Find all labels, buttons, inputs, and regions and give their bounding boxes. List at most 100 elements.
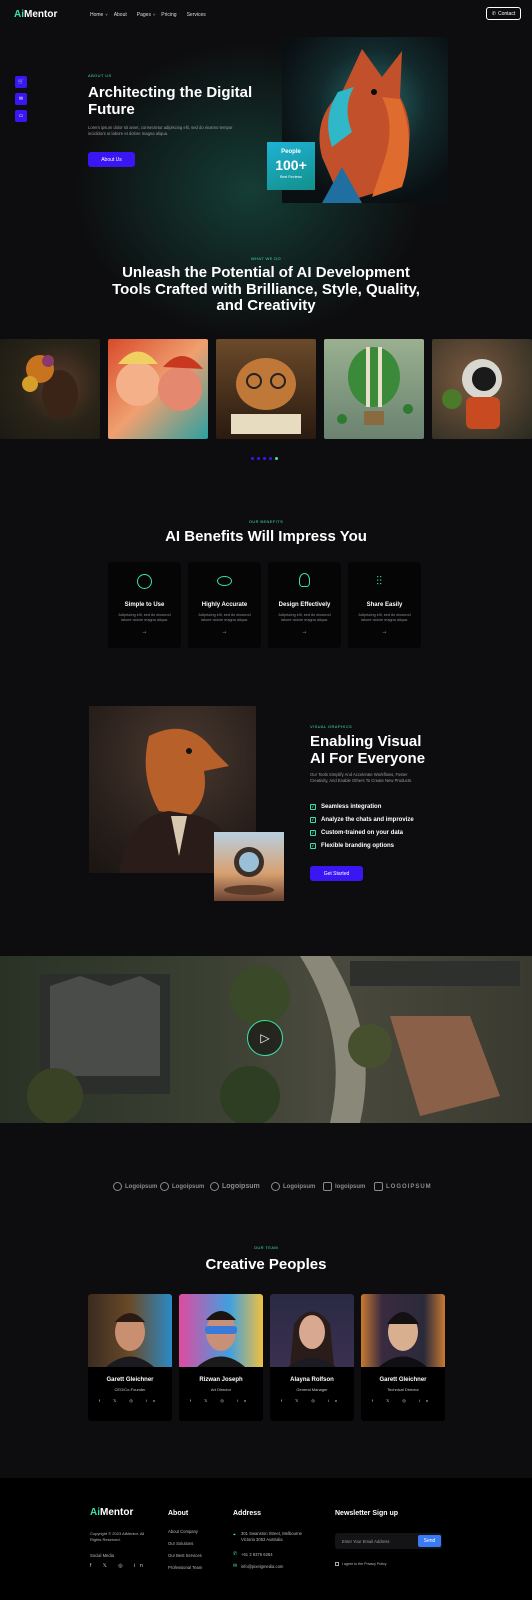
carousel-dot[interactable] [257,457,260,460]
visual-eyebrow: VISUAL GRAPHICS [310,724,353,729]
benefit-card[interactable]: Simple to Use Adipiscing elit, sed do eiu… [108,562,181,648]
about-links: About Company Our Solutions Our Best Ser… [168,1526,202,1574]
carousel-dot-active[interactable] [275,457,278,460]
carousel-image-astronaut[interactable] [432,339,532,439]
hero-text: Lorem ipsum dolor sit amet, consectetur … [88,125,233,136]
mail-icon[interactable]: ✉ [15,93,27,105]
benefit-card[interactable]: Design Effectively Adipiscing elit, sed d… [268,562,341,648]
copyright: Copyright © 2023 AiMentor. All Rights Re… [90,1531,145,1542]
hero-title: Architecting the Digital Future [88,84,253,118]
check-icon: ✓ [310,829,316,836]
partner-logo: Logoipsum [210,1182,260,1191]
about-us-button[interactable]: About Us [88,152,135,167]
people-badge: People 100+ Best Reviews [267,142,315,190]
main-nav: Home ˅ About Pages ˅ Pricing Services [90,12,206,18]
footer-link[interactable]: Our Solutions [168,1538,202,1550]
check-icon: ✓ [310,803,316,810]
social-icons[interactable]: f 𝕏 ◎ in [88,1398,172,1403]
social-icons[interactable]: f 𝕏 ◎ in [270,1398,354,1403]
cart-icon[interactable]: 🛒 [15,76,27,88]
eye-icon [217,576,232,586]
benefit-card[interactable]: Highly Accurate Adipiscing elit, sed do e… [188,562,261,648]
carousel-dot[interactable] [263,457,266,460]
visual-text: Our Tools Simplify And Accelerate Workfl… [310,772,413,783]
whatwedo-eyebrow: WHAT WE DO [250,256,282,261]
member-photo [270,1294,354,1367]
team-card[interactable]: Alayna Rolfson General Manager f 𝕏 ◎ in [270,1294,354,1421]
social-label: Social Media [90,1553,114,1558]
email-text[interactable]: info@pixelgmedia.com [241,1564,283,1569]
partner-logo: Logoipsum [271,1182,315,1191]
partner-logo: Logoipsum [160,1182,204,1191]
team-eyebrow: OUR TEAM [253,1245,279,1250]
carousel-dots [251,457,278,460]
nav-pages[interactable]: Pages [137,12,151,18]
feature-checklist: ✓ Seamless integration ✓ Analyze the chats… [310,800,450,852]
phone-icon: ✆ [233,1551,238,1557]
nav-pricing[interactable]: Pricing [161,12,176,18]
member-photo [179,1294,263,1367]
carousel-dot[interactable] [269,457,272,460]
check-item: ✓ Analyze the chats and improvize [310,816,414,823]
carousel-image-kiss[interactable] [108,339,208,439]
nav-about[interactable]: About [114,12,127,18]
nav-services[interactable]: Services [187,12,206,18]
address-text: 301 Swanston Street, Melbourne Victoria … [241,1531,302,1542]
team-card[interactable]: Garett Gleichner Technical Director f 𝕏 ◎ … [361,1294,445,1421]
partner-logo: Logoipsum [113,1182,157,1191]
member-photo [88,1294,172,1367]
sliders-icon: ⫶⫶ [376,574,383,588]
contact-button[interactable]: ✆ Contact [486,7,521,20]
team-card[interactable]: Rizwan Joseph Art Director f 𝕏 ◎ in [179,1294,263,1421]
whatwedo-title: Unleash the Potential of AI Development … [112,264,420,314]
benefit-card[interactable]: ⫶⫶ Share Easily Adipiscing elit, sed do e… [348,562,421,648]
check-item: ✓ Custom-trained on your data [310,829,404,836]
arrow-right-icon[interactable]: → [188,629,261,635]
email-icon: ✉ [233,1563,238,1569]
carousel-image-woman[interactable] [0,339,100,439]
team-title: Creative Peoples [205,1256,327,1273]
footer-link[interactable]: Professional Team [168,1562,202,1574]
get-started-button[interactable]: Get Started [310,866,363,881]
team-card[interactable]: Garett Gleichner CEO/Co-Founder f 𝕏 ◎ in [88,1294,172,1421]
address-heading: Address [233,1510,262,1517]
location-icon: ⌖ [233,1532,236,1538]
visual-title: Enabling Visual AI For Everyone [310,733,426,767]
carousel-image-balloon[interactable] [324,339,424,439]
hero-eyebrow: ABOUT US [88,73,112,78]
benefits-title: AI Benefits Will Impress You [165,528,367,545]
about-heading: About [168,1510,189,1517]
partner-logo: logoipsum [323,1182,365,1191]
arrow-right-icon[interactable]: → [108,629,181,635]
portal-image [214,832,284,901]
phone-text[interactable]: +61 3 8376 6284 [241,1552,273,1557]
check-icon: ✓ [310,842,316,849]
carousel-dot[interactable] [251,457,254,460]
social-icons[interactable]: f 𝕏 ◎ in [179,1398,263,1403]
benefits-eyebrow: OUR BENEFITS [248,519,284,524]
check-icon: ✓ [310,816,316,823]
footer-link[interactable]: Our Best Services [168,1550,202,1562]
newsletter-heading: Newsletter Sign up [335,1510,399,1517]
footer-logo[interactable]: AiMentor [90,1507,133,1518]
social-icons[interactable]: f 𝕏 ◎ in [361,1398,445,1403]
lightbulb-icon [299,573,310,587]
check-item: ✓ Seamless integration [310,803,382,810]
privacy-label: I agree to the Privacy Policy [342,1562,387,1566]
privacy-checkbox[interactable] [335,1562,339,1566]
ai-chip-icon [137,574,152,589]
carousel-image-cat[interactable] [216,339,316,439]
arrow-right-icon[interactable]: → [268,629,341,635]
check-item: ✓ Flexible branding options [310,842,395,849]
footer-social-icons[interactable]: f 𝕏 ◎ in [90,1563,148,1569]
nav-home[interactable]: Home [90,12,103,18]
phone-icon: ✆ [491,10,496,17]
arrow-right-icon[interactable]: → [348,629,421,635]
partner-logo: LOGOIPSUM [374,1182,432,1191]
site-logo[interactable]: AiMentor [14,9,57,20]
member-photo [361,1294,445,1367]
card-icon[interactable]: ▭ [15,110,27,122]
play-icon[interactable]: ▷ [247,1020,283,1056]
send-button[interactable]: Send [418,1535,441,1547]
footer-link[interactable]: About Company [168,1526,202,1538]
